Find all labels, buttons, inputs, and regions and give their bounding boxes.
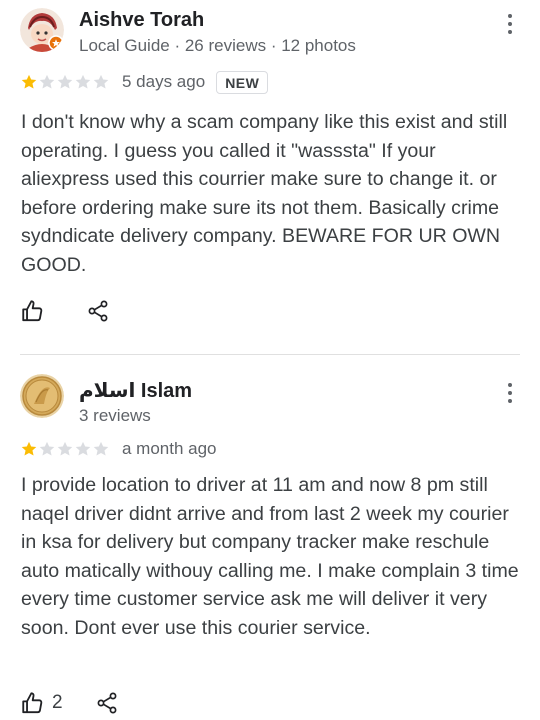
star-icon	[93, 441, 109, 456]
review-text: I provide location to driver at 11 am an…	[21, 474, 519, 639]
author-meta: Local Guide · 26 reviews · 12 photos	[79, 36, 356, 55]
star-icon	[21, 74, 37, 89]
avatar[interactable]	[20, 374, 64, 418]
thumb-up-icon	[22, 300, 43, 322]
star-rating	[20, 73, 110, 91]
author-name[interactable]: Aishve Torah	[79, 9, 204, 32]
author-meta: 3 reviews	[79, 406, 151, 425]
star-icon	[93, 74, 109, 89]
review-actions	[20, 296, 110, 326]
share-icon[interactable]	[95, 691, 119, 715]
star-rating	[20, 440, 110, 458]
thumb-up-icon	[22, 692, 43, 714]
rating-row: 5 days ago NEW	[20, 68, 269, 96]
review-text: I don't know why a scam company like thi…	[21, 111, 508, 276]
star-icon	[75, 441, 91, 456]
review-actions: 2	[20, 688, 119, 718]
more-vert-icon	[508, 14, 512, 18]
like-count: 2	[52, 692, 63, 713]
star-icon	[21, 441, 37, 456]
star-icon	[57, 441, 73, 456]
review-card: Aishve Torah Local Guide · 26 reviews · …	[0, 0, 540, 356]
review-date: a month ago	[122, 439, 217, 458]
share-icon[interactable]	[86, 299, 110, 323]
rating-row: a month ago	[20, 435, 217, 463]
like-button[interactable]: 2	[20, 690, 63, 716]
review-card: اسلام Islam 3 reviews a month ago I prov…	[0, 356, 540, 720]
more-options-button[interactable]	[502, 381, 518, 405]
author-name[interactable]: اسلام Islam	[79, 378, 192, 403]
star-icon	[39, 441, 55, 456]
like-button[interactable]	[20, 298, 52, 324]
new-badge: NEW	[216, 70, 269, 94]
divider	[20, 354, 520, 355]
review-date: 5 days ago	[122, 72, 206, 91]
more-options-button[interactable]	[502, 12, 518, 36]
more-vert-icon	[508, 383, 512, 387]
avatar[interactable]	[20, 8, 64, 52]
star-icon	[39, 74, 55, 89]
star-icon	[57, 74, 73, 89]
star-icon	[75, 74, 91, 89]
